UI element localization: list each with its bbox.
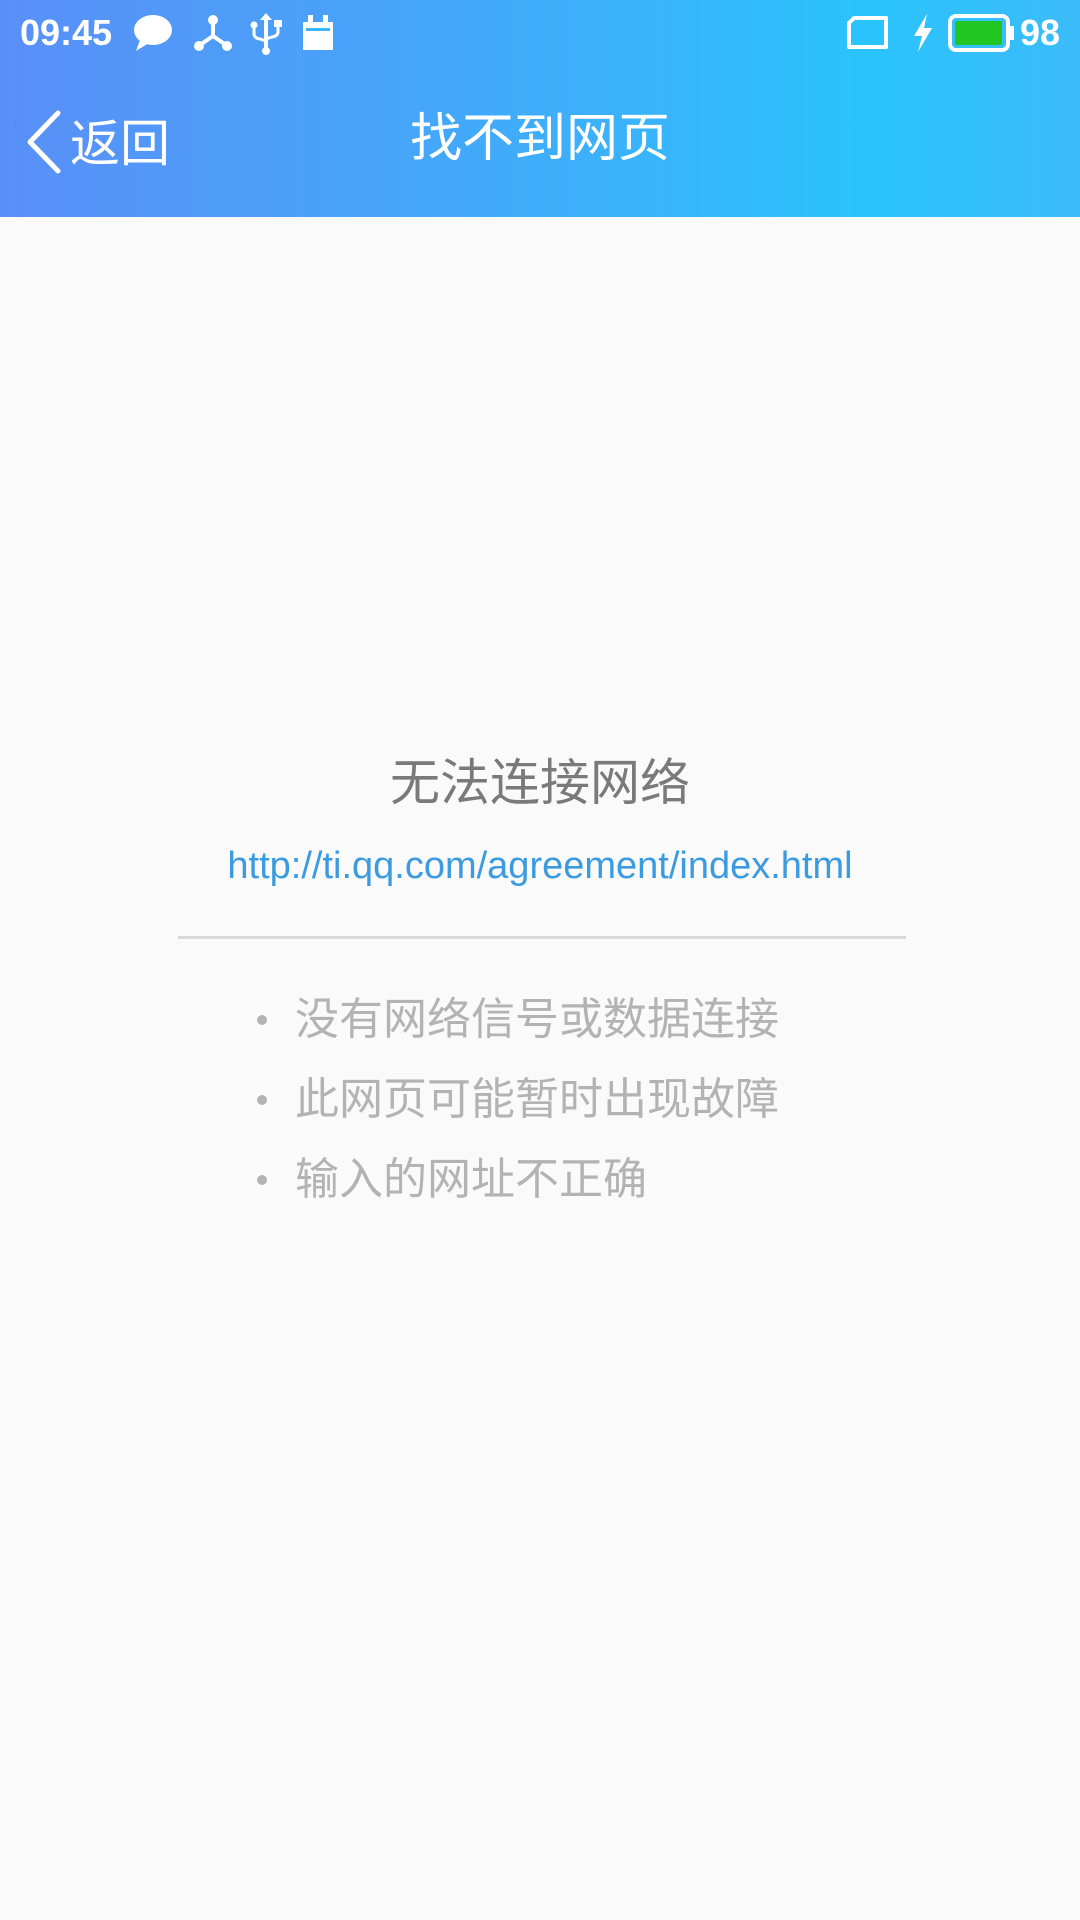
error-url-link[interactable]: http://ti.qq.com/agreement/index.html xyxy=(0,838,1080,894)
bullet-icon xyxy=(257,1175,267,1185)
chat-bubble-icon xyxy=(132,12,174,58)
list-item: 没有网络信号或数据连接 xyxy=(255,980,779,1060)
page-title: 找不到网页 xyxy=(409,109,670,169)
list-item: 此网页可能暂时出现故障 xyxy=(255,1060,779,1140)
bullet-icon xyxy=(257,1015,267,1025)
reason-text: 没有网络信号或数据连接 xyxy=(295,994,779,1045)
tablet-icon xyxy=(846,14,890,56)
reason-text: 此网页可能暂时出现故障 xyxy=(295,1074,779,1125)
divider xyxy=(178,936,906,939)
charging-bolt-icon xyxy=(910,12,936,58)
error-reasons-list: 没有网络信号或数据连接 此网页可能暂时出现故障 输入的网址不正确 xyxy=(255,980,779,1220)
status-bar: 09:45 98 xyxy=(0,0,1080,66)
title-bar: 返回 找不到网页 xyxy=(0,66,1080,217)
list-item: 输入的网址不正确 xyxy=(255,1140,779,1220)
status-time: 09:45 xyxy=(20,12,113,53)
reason-text: 输入的网址不正确 xyxy=(295,1154,647,1205)
battery-icon xyxy=(948,14,1016,56)
network-share-icon xyxy=(192,12,234,58)
error-title: 无法连接网络 xyxy=(390,754,690,812)
bullet-icon xyxy=(257,1095,267,1105)
header: 09:45 98 返回 找不到网页 xyxy=(0,0,1080,217)
battery-level: 98 xyxy=(1019,12,1060,53)
page: 09:45 98 返回 找不到网页 无法连接网络 http://ti.qq.co… xyxy=(0,0,1080,1920)
usb-icon xyxy=(248,12,284,60)
calendar-icon xyxy=(300,12,336,58)
